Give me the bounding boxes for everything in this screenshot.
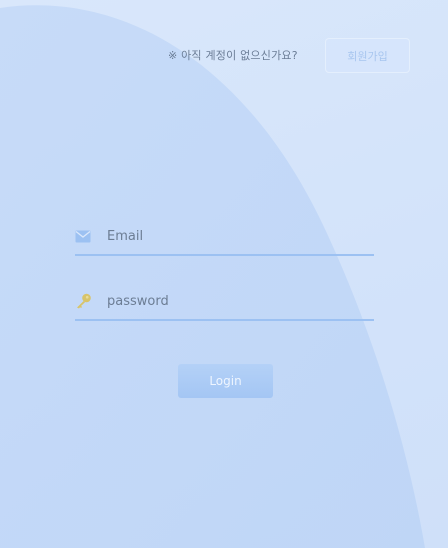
signup-button-label: 회원가입	[347, 49, 388, 63]
email-input[interactable]	[107, 224, 367, 248]
password-input[interactable]	[107, 289, 367, 313]
signup-prompt-text: ※ 아직 계정이 없으신가요?	[168, 49, 298, 62]
email-field-row	[75, 220, 374, 256]
key-icon	[75, 293, 93, 309]
envelope-icon	[75, 228, 93, 244]
login-button-label: Login	[209, 374, 242, 388]
login-button[interactable]: Login	[178, 364, 273, 398]
password-field-row	[75, 285, 374, 321]
background-curve-decoration	[0, 5, 425, 548]
login-window: ※ 아직 계정이 없으신가요? 회원가입 Login	[0, 0, 448, 548]
signup-button[interactable]: 회원가입	[325, 38, 410, 73]
